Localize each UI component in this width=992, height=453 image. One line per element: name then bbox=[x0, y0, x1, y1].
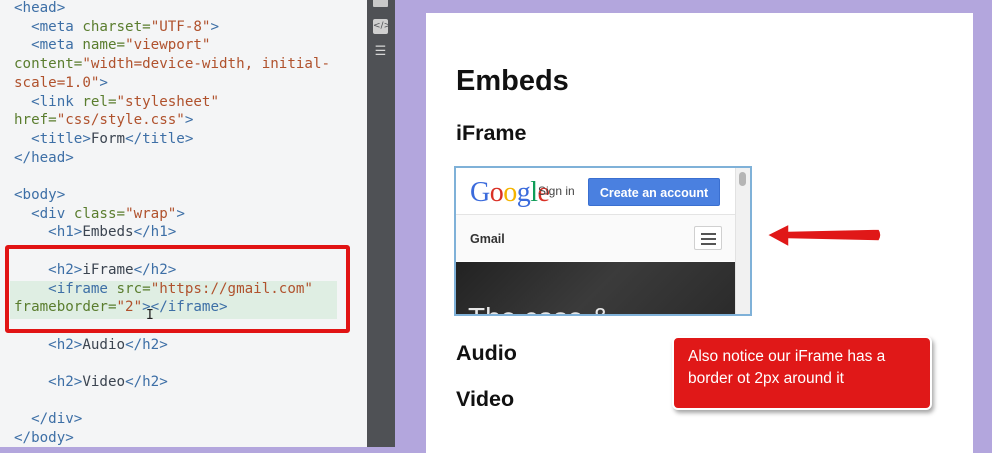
hamburger-menu-icon[interactable] bbox=[694, 226, 722, 250]
hero-text: The case & bbox=[468, 302, 610, 314]
google-header: Google Sign in Create an account bbox=[456, 168, 736, 215]
code-line: <div class="wrap"> bbox=[31, 205, 185, 222]
code-line: </head> bbox=[14, 149, 74, 166]
sign-in-link[interactable]: Sign in bbox=[538, 184, 575, 198]
annotation-callout: Also notice our iFrame has a border ot 2… bbox=[672, 336, 932, 410]
code-line: <h2>Audio</h2> bbox=[48, 336, 168, 353]
red-arrow-icon bbox=[765, 222, 882, 249]
code-line: scale=1.0"> bbox=[14, 74, 108, 91]
text-cursor-icon: I bbox=[146, 308, 154, 323]
code-line: <h1>Embeds</h1> bbox=[48, 224, 177, 241]
highlight-box bbox=[5, 245, 350, 333]
code-icon[interactable]: </> bbox=[373, 19, 391, 34]
code-line: <meta name="viewport" bbox=[31, 37, 211, 54]
gmail-row: Gmail bbox=[456, 215, 736, 261]
layers-icon[interactable]: ☰ bbox=[373, 44, 388, 59]
code-line: <head> bbox=[14, 0, 66, 16]
code-line: <body> bbox=[14, 187, 66, 203]
code-editor[interactable]: <head> <meta charset="UTF-8"> <meta name… bbox=[0, 0, 367, 447]
hero-banner: The case & bbox=[456, 262, 736, 314]
square-icon[interactable] bbox=[373, 0, 388, 7]
page-heading: Embeds bbox=[456, 65, 569, 97]
code-line: <h2>Video</h2> bbox=[48, 374, 168, 390]
code-line: <title>Form</title> bbox=[31, 130, 194, 147]
embedded-iframe[interactable]: Google Sign in Create an account Gmail T… bbox=[454, 166, 752, 316]
iframe-scrollbar[interactable] bbox=[735, 168, 750, 314]
code-line: </div> bbox=[31, 411, 83, 428]
iframe-heading: iFrame bbox=[456, 121, 527, 145]
video-heading: Video bbox=[456, 387, 515, 411]
scrollbar-thumb[interactable] bbox=[739, 172, 746, 186]
create-account-button[interactable]: Create an account bbox=[588, 178, 720, 206]
code-line: </body> bbox=[14, 430, 74, 447]
code-line: href="css/style.css"> bbox=[14, 112, 194, 129]
code-line: content="width=device-width, initial- bbox=[14, 56, 331, 73]
code-line: <link rel="stylesheet" bbox=[31, 93, 220, 110]
audio-heading: Audio bbox=[456, 341, 517, 365]
editor-gutter: </> ☰ bbox=[367, 0, 395, 447]
code-line: <meta charset="UTF-8"> bbox=[31, 18, 220, 35]
gmail-label: Gmail bbox=[470, 232, 505, 246]
